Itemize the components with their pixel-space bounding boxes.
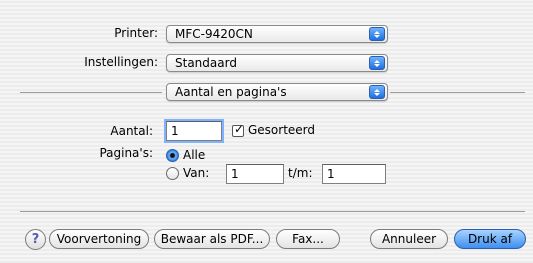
popup-arrows-icon: [369, 27, 385, 41]
printer-popup[interactable]: MFC-9420CN: [166, 25, 388, 43]
copies-label: Aantal:: [110, 124, 153, 138]
presets-popup[interactable]: Standaard: [166, 54, 388, 72]
printer-value: MFC-9420CN: [175, 27, 253, 41]
fax-button[interactable]: Fax...: [276, 229, 340, 249]
cancel-button[interactable]: Annuleer: [370, 229, 448, 249]
printer-label: Printer:: [114, 26, 158, 40]
section-divider-right: [390, 92, 525, 93]
pages-all-radio[interactable]: [166, 149, 179, 162]
presets-value: Standaard: [175, 56, 237, 70]
copies-input[interactable]: [166, 121, 222, 141]
pages-all-label[interactable]: Alle: [183, 148, 205, 162]
preview-button[interactable]: Voorvertoning: [49, 229, 149, 249]
popup-arrows-icon: [369, 56, 385, 70]
pages-from-label[interactable]: Van:: [183, 166, 209, 180]
pages-to-input[interactable]: [322, 164, 386, 184]
collated-label[interactable]: Gesorteerd: [248, 123, 315, 137]
print-button[interactable]: Druk af: [454, 229, 526, 249]
presets-label: Instellingen:: [84, 55, 158, 69]
save-pdf-button[interactable]: Bewaar als PDF...: [154, 229, 270, 249]
pages-to-label: t/m:: [288, 166, 313, 180]
collated-checkbox[interactable]: ✓: [232, 122, 245, 137]
section-divider-left: [20, 92, 162, 93]
section-value: Aantal en pagina's: [175, 85, 287, 99]
pages-label: Pagina's:: [99, 146, 153, 160]
help-button[interactable]: ?: [25, 229, 46, 250]
popup-arrows-icon: [369, 85, 385, 99]
section-popup[interactable]: Aantal en pagina's: [166, 83, 388, 101]
pages-range-radio[interactable]: [166, 167, 179, 180]
pages-from-input[interactable]: [226, 164, 284, 184]
checkmark-icon: ✓: [234, 122, 245, 136]
bottom-divider: [20, 211, 525, 212]
